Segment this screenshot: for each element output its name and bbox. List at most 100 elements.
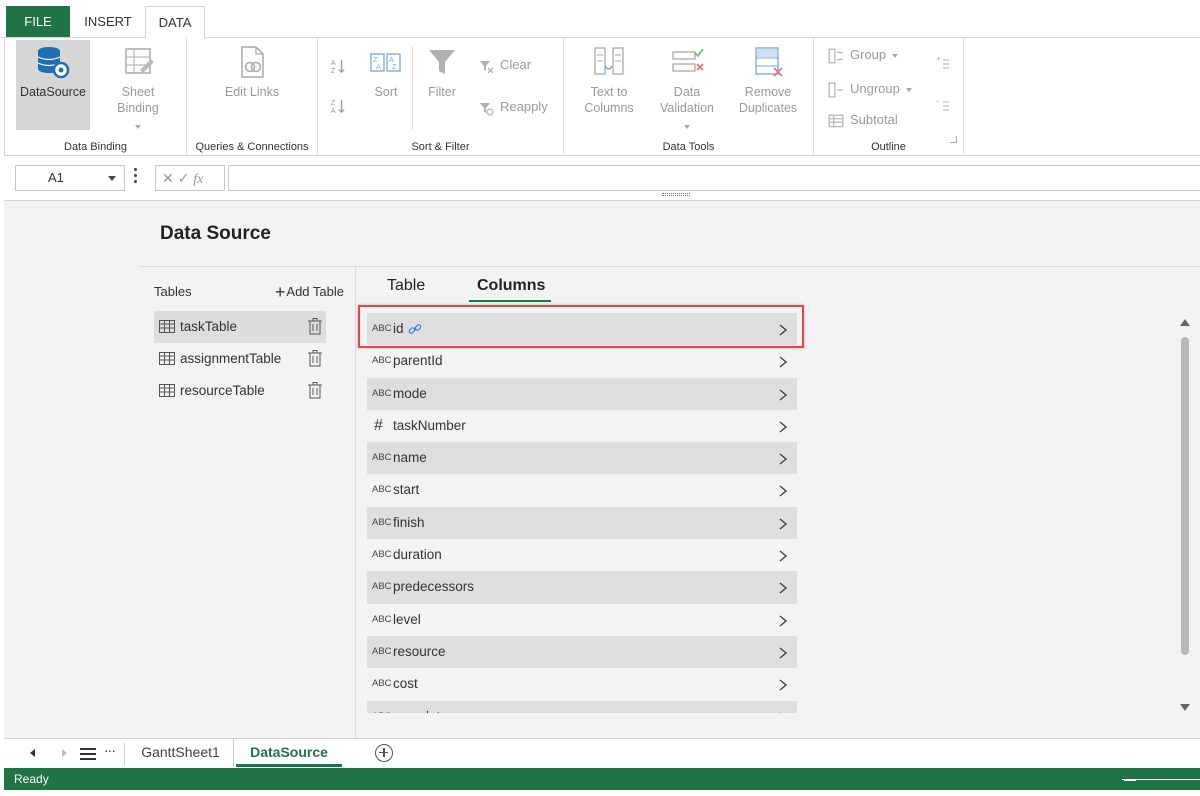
- splitter-handle[interactable]: [662, 193, 690, 196]
- show-detail-icon[interactable]: +: [936, 54, 950, 77]
- group-icon: [828, 48, 843, 63]
- clear-label: Clear: [500, 57, 532, 72]
- table-item[interactable]: resourceTable: [154, 375, 326, 407]
- chevron-right-icon[interactable]: [779, 582, 787, 594]
- filter-label: Filter: [428, 85, 456, 99]
- chevron-right-icon[interactable]: [779, 550, 787, 562]
- chevron-right-icon[interactable]: [779, 389, 787, 401]
- text-type-icon: ABC: [372, 678, 392, 690]
- column-row[interactable]: ABC predecessors: [367, 571, 797, 604]
- column-row[interactable]: ABC parentId: [367, 345, 797, 377]
- column-row[interactable]: ABC resource: [367, 635, 797, 669]
- ungroup-button[interactable]: Ungroup: [828, 78, 912, 100]
- confirm-icon[interactable]: ✓: [178, 170, 190, 186]
- sheet-list-icon[interactable]: [80, 748, 96, 760]
- table-item[interactable]: taskTable: [154, 311, 326, 343]
- tables-header: Tables +Add Table: [154, 281, 344, 303]
- remove-duplicates-button[interactable]: Remove Duplicates: [730, 40, 806, 130]
- chevron-right-icon[interactable]: [779, 615, 787, 627]
- column-row[interactable]: ABC start: [367, 474, 797, 506]
- filter-icon: [424, 44, 460, 80]
- chevron-right-icon[interactable]: [779, 453, 787, 465]
- chevron-right-icon[interactable]: [779, 518, 787, 530]
- group-label-data-tools: Data Tools: [662, 141, 715, 153]
- page-title: Data Source: [160, 223, 271, 244]
- more-sheets-icon[interactable]: ···: [104, 742, 116, 758]
- tab-file[interactable]: FILE: [6, 6, 70, 37]
- scroll-down-icon[interactable]: [1180, 704, 1190, 711]
- subtotal-label: Subtotal: [850, 112, 898, 127]
- column-row[interactable]: ABC mode: [367, 377, 797, 410]
- svg-text:A: A: [331, 107, 336, 114]
- link-icon: [408, 324, 421, 335]
- data-validation-button[interactable]: Data Validation: [652, 40, 722, 130]
- column-row[interactable]: # taskNumber: [367, 410, 797, 442]
- chevron-right-icon[interactable]: [779, 324, 787, 336]
- edit-links-button[interactable]: Edit Links: [215, 40, 289, 130]
- tab-data[interactable]: DATA: [145, 6, 205, 39]
- column-row[interactable]: ABC finish: [367, 506, 797, 540]
- column-name: complete: [393, 709, 448, 713]
- chevron-right-icon[interactable]: [779, 485, 787, 498]
- filter-button[interactable]: Filter: [418, 40, 466, 130]
- sheet-tab-separator: [124, 743, 125, 765]
- fx-icon[interactable]: fx: [193, 172, 203, 187]
- ribbon-tabbar: FILE INSERT DATA: [0, 0, 1200, 39]
- subtotal-button[interactable]: Subtotal: [828, 109, 898, 131]
- column-row[interactable]: ABC id: [367, 313, 797, 346]
- add-table-button[interactable]: +Add Table: [275, 281, 344, 303]
- sheet-binding-button[interactable]: Sheet Binding: [101, 40, 175, 130]
- sort-az-button[interactable]: A Z: [330, 54, 352, 76]
- formula-input[interactable]: [228, 165, 1200, 191]
- add-sheet-icon[interactable]: [375, 744, 393, 762]
- text-type-icon: ABC: [372, 516, 392, 528]
- column-row[interactable]: ABCcomplete: [367, 700, 797, 713]
- column-row[interactable]: ABC cost: [367, 668, 797, 700]
- column-row[interactable]: ABC level: [367, 604, 797, 636]
- sheet-tab-datasource[interactable]: DataSource: [236, 739, 342, 767]
- tab-insert[interactable]: INSERT: [74, 6, 142, 38]
- chevron-right-icon[interactable]: [779, 712, 787, 713]
- zoom-slider[interactable]: [1122, 779, 1200, 780]
- group-outline: Group Ungroup Subtotal + - Outline: [814, 38, 964, 156]
- number-type-icon: #: [374, 416, 383, 434]
- sort-za-button[interactable]: Z A: [330, 94, 352, 116]
- chevron-right-icon[interactable]: [779, 647, 787, 659]
- chevron-down-icon[interactable]: [108, 176, 116, 181]
- text-to-columns-button[interactable]: Text to Columns: [574, 40, 644, 130]
- chevron-right-icon[interactable]: [779, 356, 787, 368]
- sheet-tab-ganttsheet1[interactable]: GanttSheet1: [128, 739, 234, 767]
- trash-icon[interactable]: [308, 318, 322, 335]
- trash-icon[interactable]: [308, 382, 322, 399]
- column-row[interactable]: ABC duration: [367, 539, 797, 571]
- chevron-right-icon[interactable]: [779, 679, 787, 691]
- clear-button[interactable]: Clear: [478, 54, 531, 76]
- column-row[interactable]: ABC name: [367, 442, 797, 475]
- status-text: Ready: [14, 772, 49, 786]
- trash-icon[interactable]: [308, 350, 322, 367]
- table-item[interactable]: assignmentTable: [154, 343, 326, 375]
- tab-columns[interactable]: Columns: [477, 277, 545, 301]
- sheet-binding-label-2: Binding: [117, 101, 159, 115]
- scroll-thumb[interactable]: [1181, 337, 1189, 655]
- cancel-icon[interactable]: ✕: [162, 170, 174, 186]
- scroll-up-icon[interactable]: [1180, 319, 1190, 326]
- sort-button[interactable]: Z A A Z Sort: [364, 40, 408, 130]
- group-button[interactable]: Group: [828, 44, 899, 66]
- prev-sheet-icon[interactable]: [30, 749, 35, 757]
- hide-detail-icon[interactable]: -: [936, 96, 950, 119]
- datasource-button[interactable]: DataSource: [16, 40, 90, 130]
- more-options-icon[interactable]: [134, 168, 138, 186]
- ungroup-label: Ungroup: [850, 81, 900, 96]
- tab-table[interactable]: Table: [387, 277, 425, 301]
- table-list: taskTable assignmentTable resourceTable: [154, 311, 344, 407]
- table-item-label: resourceTable: [180, 383, 265, 398]
- next-sheet-icon[interactable]: [62, 749, 67, 757]
- sort-filter-divider: [412, 46, 413, 130]
- subtotal-icon: [828, 114, 844, 127]
- chevron-right-icon[interactable]: [779, 421, 787, 433]
- scrollbar[interactable]: [1178, 313, 1192, 713]
- group-label-outline: Outline: [871, 141, 906, 153]
- name-box[interactable]: A1: [15, 165, 125, 191]
- reapply-button[interactable]: Reapply: [478, 96, 548, 118]
